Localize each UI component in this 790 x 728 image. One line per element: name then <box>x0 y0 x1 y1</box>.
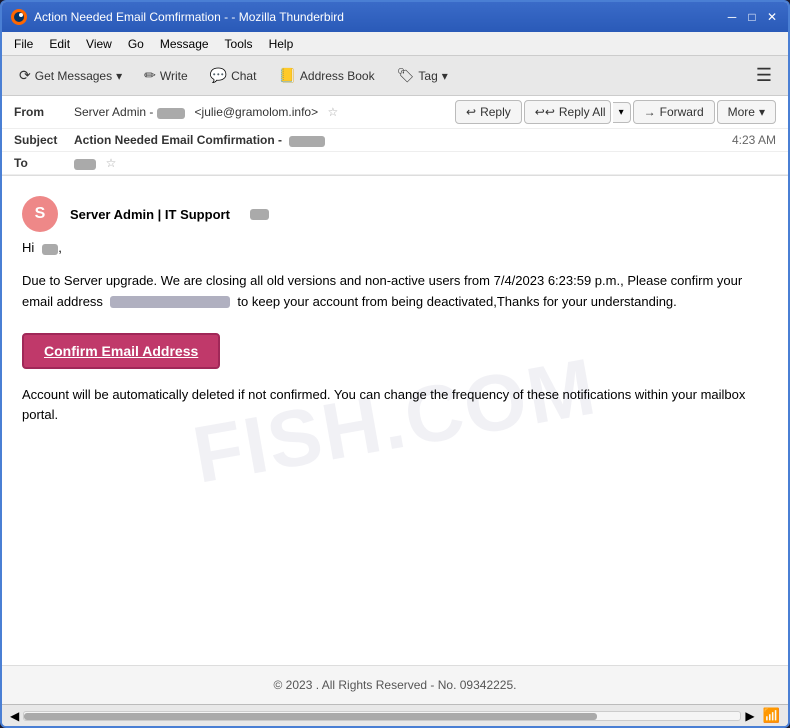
chat-label: Chat <box>231 69 256 83</box>
scroll-right-icon[interactable]: ▶ <box>745 709 754 723</box>
reply-button[interactable]: ↩ Reply <box>455 100 522 124</box>
menu-tools[interactable]: Tools <box>217 35 261 53</box>
tag-icon: 🏷 <box>397 67 415 84</box>
sender-redacted <box>250 209 269 220</box>
app-icon <box>10 8 28 26</box>
window-controls: ─ □ ✕ <box>724 9 780 25</box>
from-label: From <box>14 105 74 119</box>
toolbar: ⟳ Get Messages ▾ ✏ Write 💬 Chat 📒 Addres… <box>2 56 788 96</box>
from-name: Server Admin - <box>74 105 153 119</box>
menu-go[interactable]: Go <box>120 35 152 53</box>
greeting: Hi , <box>22 240 768 255</box>
sender-avatar: S <box>22 196 58 232</box>
action-buttons: ↩ Reply ↩↩ Reply All ▾ → Forward More ▾ <box>455 100 776 124</box>
menu-hamburger-button[interactable]: ☰ <box>748 61 780 90</box>
title-bar: Action Needed Email Comfirmation - - Moz… <box>2 2 788 32</box>
to-label: To <box>14 156 74 170</box>
scroll-left-icon[interactable]: ◀ <box>10 709 19 723</box>
body-text: Due to Server upgrade. We are closing al… <box>22 271 768 313</box>
forward-button[interactable]: → Forward <box>633 100 715 124</box>
email-body: FISH.COM S Server Admin | IT Support Hi … <box>2 176 788 665</box>
thunderbird-window: Action Needed Email Comfirmation - - Moz… <box>0 0 790 728</box>
maximize-button[interactable]: □ <box>744 9 760 25</box>
to-value: ☆ <box>74 156 776 170</box>
forward-label: Forward <box>660 105 704 119</box>
status-bar: ◀ ▶ 📶 <box>2 704 788 726</box>
email-timestamp: 4:23 AM <box>732 133 776 147</box>
from-email: <julie@gramolom.info> <box>195 105 319 119</box>
address-book-label: Address Book <box>300 69 375 83</box>
menu-bar: File Edit View Go Message Tools Help <box>2 32 788 56</box>
reply-all-icon: ↩↩ <box>535 105 555 119</box>
body-part2: to keep your account from being deactiva… <box>237 294 676 309</box>
reply-icon: ↩ <box>466 105 476 119</box>
email-content: S Server Admin | IT Support Hi , Due to … <box>22 196 768 426</box>
get-messages-label: Get Messages <box>35 69 112 83</box>
sender-info: S Server Admin | IT Support <box>22 196 768 232</box>
reply-all-label: Reply All <box>559 105 606 119</box>
more-label: More <box>728 105 755 119</box>
email-footer: © 2023 . All Rights Reserved - No. 09342… <box>2 665 788 704</box>
address-book-icon: 📒 <box>278 67 295 84</box>
subject-value: Action Needed Email Comfirmation - <box>74 133 732 147</box>
tag-arrow: ▾ <box>442 69 448 83</box>
address-book-button[interactable]: 📒 Address Book <box>269 62 383 89</box>
email-redacted-inline <box>110 296 230 308</box>
to-row: To ☆ <box>2 152 788 175</box>
chat-button[interactable]: 💬 Chat <box>201 62 266 89</box>
get-messages-icon: ⟳ <box>19 67 31 84</box>
to-redacted <box>74 159 96 170</box>
subject-row: Subject Action Needed Email Comfirmation… <box>2 129 788 152</box>
confirm-email-button[interactable]: Confirm Email Address <box>22 333 220 369</box>
tag-label: Tag <box>418 69 437 83</box>
minimize-button[interactable]: ─ <box>724 9 740 25</box>
from-name-redacted <box>157 108 185 119</box>
more-arrow-icon: ▾ <box>759 105 765 119</box>
warning-text: Account will be automatically deleted if… <box>22 385 768 427</box>
write-button[interactable]: ✏ Write <box>135 62 197 89</box>
reply-label: Reply <box>480 105 511 119</box>
close-button[interactable]: ✕ <box>764 9 780 25</box>
menu-help[interactable]: Help <box>261 35 302 53</box>
menu-edit[interactable]: Edit <box>41 35 78 53</box>
menu-view[interactable]: View <box>78 35 120 53</box>
write-label: Write <box>160 69 188 83</box>
chat-icon: 💬 <box>210 67 227 84</box>
from-row: From Server Admin - <julie@gramolom.info… <box>2 96 788 129</box>
to-star-icon[interactable]: ☆ <box>106 156 117 170</box>
get-messages-arrow[interactable]: ▾ <box>116 69 122 83</box>
reply-all-button[interactable]: ↩↩ Reply All <box>524 100 611 124</box>
horizontal-scrollbar[interactable] <box>23 711 741 721</box>
sender-display: Server Admin | IT Support <box>70 207 230 222</box>
window-title: Action Needed Email Comfirmation - - Moz… <box>34 10 724 24</box>
scrollbar-thumb <box>24 713 597 720</box>
footer-text: © 2023 . All Rights Reserved - No. 09342… <box>274 678 517 692</box>
wifi-icon: 📶 <box>763 707 780 724</box>
write-icon: ✏ <box>144 67 156 84</box>
more-button[interactable]: More ▾ <box>717 100 776 124</box>
subject-text: Action Needed Email Comfirmation - <box>74 133 282 147</box>
menu-file[interactable]: File <box>6 35 41 53</box>
forward-icon: → <box>644 105 656 119</box>
subject-redacted <box>289 136 325 147</box>
tag-button[interactable]: 🏷 Tag ▾ <box>388 62 457 89</box>
greeting-text: Hi <box>22 240 34 255</box>
email-header: From Server Admin - <julie@gramolom.info… <box>2 96 788 176</box>
menu-message[interactable]: Message <box>152 35 217 53</box>
from-value: Server Admin - <julie@gramolom.info> ☆ <box>74 105 455 119</box>
get-messages-button[interactable]: ⟳ Get Messages ▾ <box>10 62 131 89</box>
reply-all-arrow[interactable]: ▾ <box>613 102 631 123</box>
greeting-name-redacted <box>42 244 59 255</box>
subject-label: Subject <box>14 133 74 147</box>
from-star-icon[interactable]: ☆ <box>327 105 338 119</box>
